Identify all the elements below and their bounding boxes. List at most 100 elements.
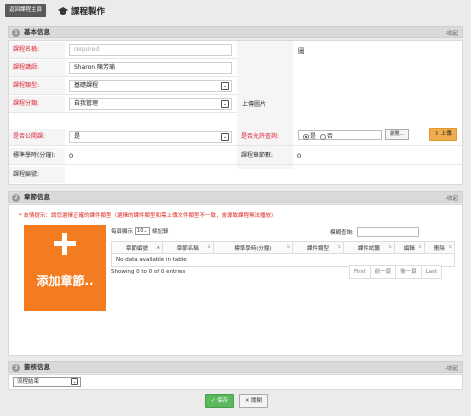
category-select[interactable]: 自我管理 ⌄ [69, 98, 232, 110]
section-number-badge: 3 [12, 363, 20, 372]
plus-icon [54, 233, 76, 255]
chevron-down-icon: ⌄ [221, 82, 229, 90]
category-row: 課程分類: 自我管理 ⌄ [9, 96, 237, 113]
sort-icon: ⇅ [418, 244, 422, 249]
category-label: 課程分類: [9, 96, 65, 112]
chevron-down-icon: ⌄ [221, 133, 229, 141]
instructor-input[interactable]: Sharon 陳芳瑜 [69, 62, 232, 74]
allow-query-radio-group: 是 否 [303, 132, 333, 142]
column-header[interactable]: 編輯 ⇅ [393, 241, 425, 254]
first-page-button[interactable]: First [350, 266, 370, 278]
public-course-select[interactable]: 是 ⌄ [69, 131, 232, 143]
search-input[interactable] [356, 227, 419, 237]
chapter-info-panel: * 友情提示：請您選擇正確的課件類型（選擇的課件類型和需上傳文件類型不一致，會導… [8, 204, 463, 356]
column-header[interactable]: 刪除 ⇅ [423, 241, 456, 254]
sort-icon: ⇅ [207, 244, 211, 249]
section-title: 簽核信息 [24, 363, 50, 371]
last-page-button[interactable]: Last [420, 266, 442, 278]
column-header-label: 章節名稱 [176, 245, 199, 252]
column-header-label: 章節編號 [125, 245, 148, 252]
basic-info-header: 1 基本信息 -收起 [8, 26, 463, 38]
course-type-row: 課程類型: 基礎課程 ⌄ [9, 78, 237, 95]
approval-flow-value: 流程結束 [17, 379, 40, 385]
radio-yes-label: 是 [310, 133, 317, 140]
save-button-label: 保存 [217, 398, 229, 404]
sort-icon: ⇅ [388, 244, 392, 249]
column-header-label: 課件試聽 [357, 245, 380, 252]
column-header-label: 刪除 [433, 245, 445, 252]
sort-asc-icon: ▲ [156, 244, 160, 249]
radio-no-indicator [320, 133, 327, 140]
course-name-row: 課程名稱: required [9, 42, 237, 59]
allow-query-row: 是否允許查詢: 是 否 [237, 129, 463, 146]
table-search: 模糊查詢: [330, 227, 419, 237]
graduation-cap-icon [58, 6, 68, 15]
page-length-select[interactable]: 10⌄ [135, 227, 151, 235]
chevron-down-icon: ⌄ [71, 378, 78, 385]
radio-yes-indicator [303, 133, 309, 140]
standard-hours-label: 標準學時(分鐘): [9, 148, 65, 164]
section-number-badge: 1 [12, 28, 20, 37]
radio-yes[interactable]: 是 [303, 132, 316, 142]
radio-no[interactable]: 否 [320, 132, 333, 142]
approval-info-header: 3 簽核信息 -收起 [8, 361, 463, 373]
close-button-label: 關閉 [251, 398, 263, 404]
column-header-label: 編輯 [403, 245, 415, 252]
allow-query-label: 是否允許查詢: [237, 129, 293, 145]
page-length-value: 10 [137, 228, 144, 234]
public-course-value: 是 [74, 133, 81, 140]
section-title: 章節信息 [24, 193, 50, 201]
public-course-label: 是否公開課: [9, 129, 65, 145]
image-placeholder: 圖 [298, 47, 305, 55]
back-to-course-home-button[interactable]: 返回課程主頁 [5, 4, 46, 17]
course-name-input[interactable]: required [69, 44, 232, 56]
next-page-button[interactable]: 後一頁 [395, 266, 421, 278]
pagination: First 前一頁 後一頁 Last [349, 265, 443, 279]
collapse-toggle[interactable]: -收起 [445, 29, 458, 37]
course-name-label: 課程名稱: [9, 42, 65, 58]
course-type-value: 基礎課程 [74, 82, 99, 89]
close-button[interactable]: ✕ 關閉 [239, 394, 268, 408]
column-header[interactable]: 章節編號 ▲ [111, 241, 163, 254]
page-title-group: 課程製作 [58, 4, 105, 18]
save-icon: ✓ [210, 398, 216, 404]
chapter-count-label: 課程章節數: [237, 148, 293, 164]
chapter-info-header: 2 章節信息 -收起 [8, 191, 463, 203]
table-info: Showing 0 to 0 of 0 entries [111, 269, 186, 275]
course-code-label: 課程編號: [9, 167, 65, 183]
chapter-count-value: 0 [297, 152, 302, 160]
chapter-table: 章節編號 ▲ 章節名稱 ⇅ 標準學時(分鐘) ⇅ 課件類型 ⇅ 課件試聽 ⇅ 編輯 ⇅ 刪除… [111, 241, 456, 267]
collapse-toggle[interactable]: -收起 [445, 364, 458, 372]
search-label: 模糊查詢: [330, 230, 354, 236]
section-title: 基本信息 [24, 28, 50, 36]
approval-info-panel: 流程結束 ⌄ [8, 374, 463, 390]
column-header[interactable]: 標準學時(分鐘) ⇅ [212, 241, 294, 254]
add-chapter-label: 添加章節.. [36, 274, 94, 288]
column-header-label: 課件類型 [307, 245, 330, 252]
page-title: 課程製作 [71, 7, 106, 17]
page-length-prefix: 每頁顯示 [111, 229, 134, 235]
prev-page-button[interactable]: 前一頁 [369, 266, 396, 278]
radio-no-label: 否 [327, 133, 334, 140]
instructor-label: 課程講師: [9, 60, 65, 76]
section-number-badge: 2 [12, 193, 20, 202]
table-header-row: 章節編號 ▲ 章節名稱 ⇅ 標準學時(分鐘) ⇅ 課件類型 ⇅ 課件試聽 ⇅ 編輯 ⇅ 刪除… [111, 241, 456, 254]
column-header[interactable]: 章節名稱 ⇅ [161, 241, 214, 254]
add-chapter-button[interactable]: 添加章節.. [24, 225, 106, 311]
column-header[interactable]: 課件試聽 ⇅ [342, 241, 395, 254]
column-header[interactable]: 課件類型 ⇅ [292, 241, 344, 254]
page-length-suffix: 條記錄 [152, 229, 169, 235]
sort-icon: ⇅ [286, 244, 291, 249]
category-value: 自我管理 [74, 100, 99, 107]
basic-info-panel: 課程名稱: required 課程講師: Sharon 陳芳瑜 課程類型: 基礎… [8, 40, 463, 185]
collapse-toggle[interactable]: -收起 [445, 194, 458, 202]
course-type-hint: * 友情提示：請您選擇正確的課件類型（選擇的課件類型和需上傳文件類型不一致，會導… [19, 213, 277, 219]
save-button[interactable]: ✓ 保存 [205, 394, 234, 408]
top-bar: 返回課程主頁 課程製作 [0, 0, 471, 22]
chapter-count-row: 課程章節數: 0 [237, 148, 463, 165]
standard-hours-row: 標準學時(分鐘): 0 [9, 148, 237, 165]
course-type-select[interactable]: 基礎課程 ⌄ [69, 80, 232, 92]
standard-hours-value: 0 [69, 152, 74, 160]
approval-flow-select[interactable]: 流程結束 ⌄ [13, 377, 81, 387]
close-icon: ✕ [244, 398, 250, 404]
